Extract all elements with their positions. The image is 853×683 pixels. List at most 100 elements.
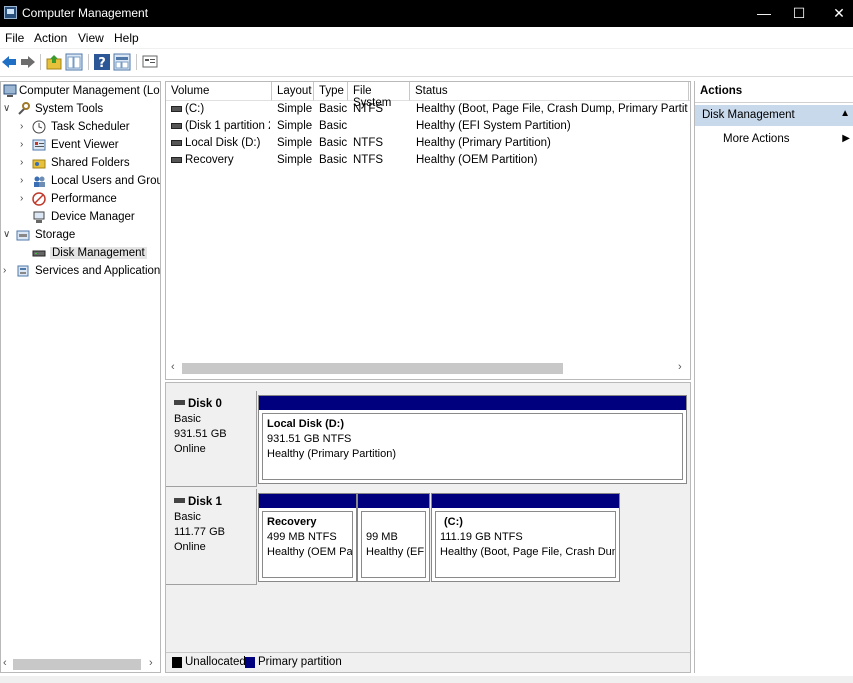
help-icon[interactable]: ? <box>93 53 111 71</box>
menu-file[interactable]: File <box>5 31 24 45</box>
actions-title: Actions <box>695 81 853 103</box>
tree-label: Shared Folders <box>51 157 130 169</box>
actions-section-label: Disk Management <box>702 109 795 121</box>
cell-layout: Simple <box>277 120 313 132</box>
primary-partition-bar <box>259 396 686 410</box>
scroll-right-icon[interactable]: › <box>678 361 682 373</box>
disk-state: Online <box>174 443 206 455</box>
tree-label: Services and Applications <box>35 265 161 277</box>
partition-status: Healthy (Primary Partition) <box>267 448 396 460</box>
scroll-right-icon[interactable]: › <box>149 657 153 669</box>
computer-management-icon <box>4 6 17 19</box>
event-viewer-icon <box>32 139 46 151</box>
chevron-right-icon[interactable]: › <box>20 157 30 168</box>
cell-status: Healthy (EFI System Partition) <box>416 120 571 132</box>
status-bar <box>0 676 853 683</box>
cell-layout: Simple <box>277 154 313 166</box>
performance-icon <box>32 192 46 206</box>
tree-label: Performance <box>51 193 117 205</box>
tree-label: Task Scheduler <box>51 121 130 133</box>
toolbar: ? <box>0 49 853 77</box>
storage-icon <box>16 230 30 241</box>
scroll-left-icon[interactable]: ‹ <box>171 361 175 373</box>
menu-bar: File Action View Help <box>0 27 853 49</box>
partition-status: Healthy (EFI S <box>366 546 426 558</box>
chevron-right-icon[interactable]: › <box>20 139 30 150</box>
volume-icon <box>171 157 182 163</box>
collapse-caret-icon[interactable]: ▲ <box>840 108 850 119</box>
chevron-right-icon[interactable]: › <box>20 193 30 204</box>
chevron-right-icon[interactable]: › <box>20 121 30 132</box>
up-folder-icon[interactable] <box>45 53 63 71</box>
chevron-right-icon[interactable]: › <box>3 265 13 276</box>
back-arrow-icon[interactable] <box>0 53 18 71</box>
tree-horizontal-scrollbar[interactable]: ‹ › <box>1 656 160 672</box>
title-bar: Computer Management — ☐ ✕ <box>0 0 853 27</box>
partition-name: Local Disk (D:) <box>267 418 345 430</box>
volume-icon <box>171 106 182 112</box>
cell-type: Basic <box>319 103 348 115</box>
scroll-left-icon[interactable]: ‹ <box>3 657 7 669</box>
cell-type: Basic <box>319 120 348 132</box>
primary-partition-swatch <box>245 657 255 668</box>
export-icon[interactable] <box>141 53 159 71</box>
scrollbar-thumb[interactable] <box>182 363 563 374</box>
column-header-file-system[interactable]: File System <box>348 82 410 109</box>
disk-0-label[interactable]: Disk 0 Basic 931.51 GB Online <box>166 391 257 487</box>
close-button[interactable]: ✕ <box>818 0 853 27</box>
disk-size: 111.77 GB <box>174 526 225 538</box>
scrollbar-thumb[interactable] <box>13 659 141 670</box>
partition-recovery[interactable]: Recovery 499 MB NTFS Healthy (OEM Part <box>258 493 357 582</box>
partition-size: 111.19 GB NTFS <box>440 531 523 543</box>
actions-section-disk-management[interactable]: Disk Management ▲ <box>695 105 853 126</box>
properties-icon[interactable] <box>113 53 131 71</box>
tree-label: Storage <box>35 229 76 241</box>
volume-list: Volume Layout Type File System Status (C… <box>165 81 691 380</box>
system-tools-icon <box>18 102 30 115</box>
window-title: Computer Management <box>22 6 149 20</box>
svg-text:?: ? <box>98 56 106 71</box>
forward-arrow-icon[interactable] <box>19 53 37 71</box>
column-header-type[interactable]: Type <box>314 82 348 101</box>
cell-layout: Simple <box>277 137 313 149</box>
partition-size: 499 MB NTFS <box>267 531 337 543</box>
partition-local-disk-d[interactable]: Local Disk (D:) 931.51 GB NTFS Healthy (… <box>258 395 687 484</box>
submenu-arrow-icon[interactable]: ▶ <box>842 133 850 144</box>
chevron-down-icon[interactable]: ∨ <box>3 103 13 114</box>
chevron-down-icon[interactable]: ∨ <box>3 229 13 240</box>
chevron-right-icon[interactable]: › <box>20 175 30 186</box>
partition-c[interactable]: (C:) 111.19 GB NTFS Healthy (Boot, Page … <box>431 493 620 582</box>
clock-icon <box>32 120 46 134</box>
more-actions-link[interactable]: More Actions <box>723 133 789 145</box>
partition-name: Recovery <box>267 516 317 528</box>
show-hide-tree-icon[interactable] <box>65 53 83 71</box>
menu-view[interactable]: View <box>78 31 104 45</box>
services-icon <box>17 265 29 277</box>
legend-primary-partition: Primary partition <box>258 656 342 668</box>
menu-help[interactable]: Help <box>114 31 139 45</box>
actions-pane: Actions Disk Management ▲ More Actions ▶ <box>694 81 853 673</box>
computer-management-icon <box>3 84 17 97</box>
disk-kind: Basic <box>174 511 201 523</box>
maximize-button[interactable]: ☐ <box>778 0 820 27</box>
volume-icon <box>171 123 182 129</box>
cell-file-system: NTFS <box>353 103 384 115</box>
column-header-layout[interactable]: Layout <box>272 82 314 101</box>
disk-icon <box>174 400 185 405</box>
cell-file-system: NTFS <box>353 137 384 149</box>
users-icon <box>34 176 45 187</box>
cell-volume: Local Disk (D:) <box>185 137 261 149</box>
device-manager-icon <box>33 211 45 223</box>
cell-status: Healthy (Primary Partition) <box>416 137 551 149</box>
partition-size: 99 MB <box>366 531 398 543</box>
menu-action[interactable]: Action <box>34 31 67 45</box>
disk-1-label[interactable]: Disk 1 Basic 111.77 GB Online <box>166 489 257 585</box>
partition-size: 931.51 GB NTFS <box>267 433 352 445</box>
cell-file-system: NTFS <box>353 154 384 166</box>
partition-efi[interactable]: 99 MB Healthy (EFI S <box>357 493 430 582</box>
column-header-status[interactable]: Status <box>410 82 688 101</box>
primary-partition-bar <box>358 494 429 508</box>
list-horizontal-scrollbar[interactable]: ‹ › <box>166 360 690 376</box>
cell-type: Basic <box>319 137 348 149</box>
column-header-volume[interactable]: Volume <box>166 82 272 101</box>
